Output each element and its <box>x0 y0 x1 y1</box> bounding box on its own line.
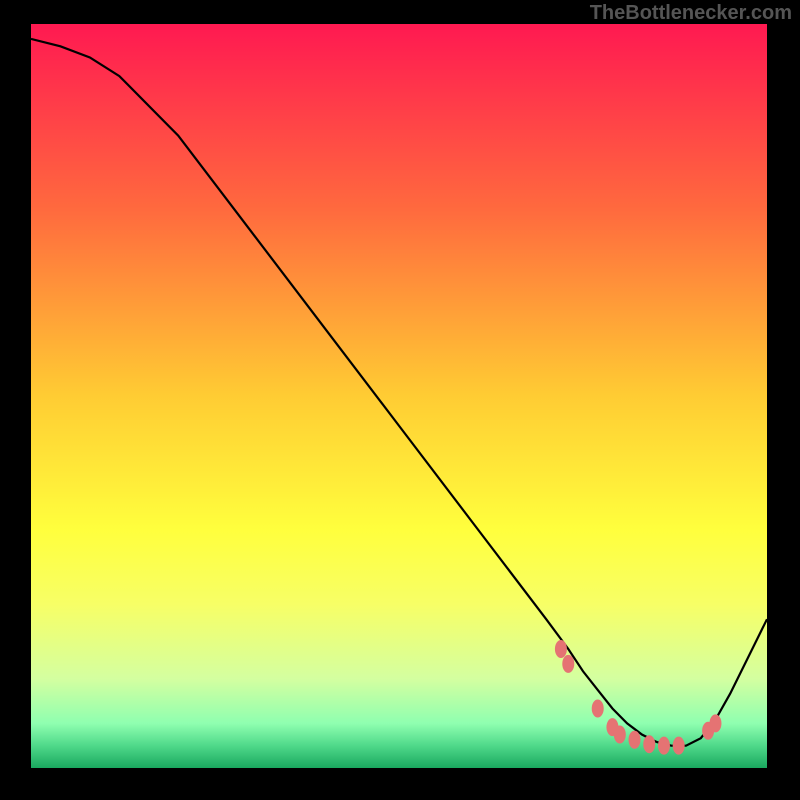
watermark-text: TheBottlenecker.com <box>590 2 792 25</box>
chart-marker <box>614 726 626 744</box>
chart-marker <box>592 699 604 717</box>
chart-svg <box>31 24 767 768</box>
chart-plot-area <box>31 24 767 768</box>
chart-marker <box>562 655 574 673</box>
chart-background <box>31 24 767 768</box>
chart-marker <box>643 735 655 753</box>
chart-marker <box>629 731 641 749</box>
chart-marker <box>555 640 567 658</box>
chart-marker <box>658 737 670 755</box>
chart-marker <box>709 714 721 732</box>
chart-marker <box>673 737 685 755</box>
